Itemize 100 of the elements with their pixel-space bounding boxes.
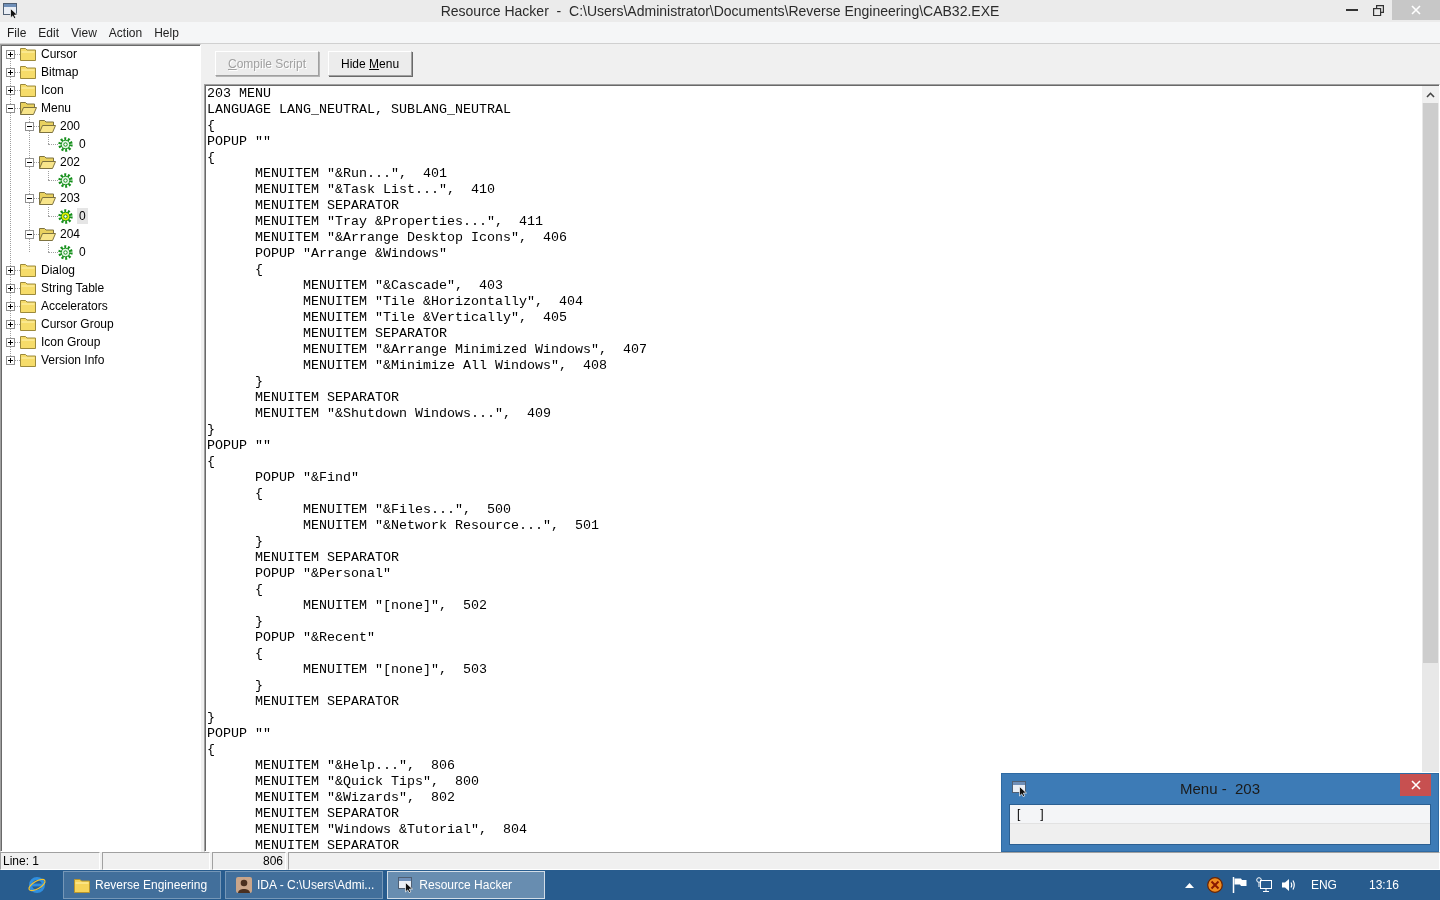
tree-item[interactable]: 0 <box>77 172 88 188</box>
collapse-icon[interactable] <box>25 193 34 203</box>
gear-icon <box>58 136 73 152</box>
folder-icon <box>20 353 36 367</box>
code-line: } <box>207 710 215 726</box>
open-folder-icon <box>39 119 56 133</box>
code-line: MENUITEM "&Arrange Desktop Icons", 406 <box>255 230 567 246</box>
code-line: 203 MENU <box>207 86 271 102</box>
gear-icon <box>58 172 73 188</box>
expand-icon[interactable] <box>6 49 15 59</box>
gear-icon <box>58 244 73 260</box>
tree-item[interactable]: 0 <box>77 244 88 260</box>
expand-icon[interactable] <box>6 85 15 95</box>
gear-icon <box>58 208 73 224</box>
open-folder-icon <box>20 101 37 115</box>
tree-item[interactable]: Menu <box>39 100 74 116</box>
tree-item[interactable]: String Table <box>39 280 107 296</box>
code-line: } <box>255 374 263 390</box>
menubar-entry[interactable]: Help <box>148 23 185 42</box>
menubar-entry[interactable]: View <box>65 23 103 42</box>
taskbar-button[interactable]: IDA - C:\Users\Admi... <box>225 871 384 899</box>
person-silhouette-icon <box>236 877 252 893</box>
code-line: MENUITEM "&Wizards", 802 <box>255 790 455 806</box>
code-line: { <box>207 742 215 758</box>
toolbar-button[interactable]: Hide Menu <box>328 51 413 76</box>
browser-logo-icon[interactable] <box>27 875 47 895</box>
collapse-icon[interactable] <box>25 157 34 167</box>
expand-icon[interactable] <box>6 355 15 365</box>
expand-icon[interactable] <box>6 265 15 275</box>
tree-item[interactable]: Dialog <box>39 262 78 278</box>
expand-icon[interactable] <box>6 283 15 293</box>
code-line: MENUITEM "&Arrange Minimized Windows", 407 <box>303 342 647 358</box>
tree-item[interactable]: Version Info <box>39 352 107 368</box>
folder-icon <box>74 877 90 893</box>
tree-item[interactable]: Cursor Group <box>39 316 116 332</box>
scroll-up-button[interactable] <box>1422 86 1439 103</box>
code-line: { <box>207 150 215 166</box>
tree-item[interactable]: Bitmap <box>39 64 81 80</box>
open-folder-icon <box>39 191 56 205</box>
collapse-icon[interactable] <box>25 121 34 131</box>
folder-icon <box>20 317 36 331</box>
code-line: POPUP "&Personal" <box>255 566 391 582</box>
menubar-entry[interactable]: File <box>1 23 33 42</box>
folder-icon <box>20 335 36 349</box>
code-line: MENUITEM SEPARATOR <box>255 694 399 710</box>
window-title: Menu - 203 <box>1179 779 1260 799</box>
code-line: MENUITEM "&Cascade", 403 <box>303 278 503 294</box>
close-icon <box>1410 780 1421 790</box>
code-line: MENUITEM "Tile &Horizontally", 404 <box>303 294 583 310</box>
menubar-entry[interactable]: [ ] <box>1017 806 1044 822</box>
tree-item[interactable]: 204 <box>58 226 83 242</box>
code-line: MENUITEM "&Run...", 401 <box>255 166 447 182</box>
folder-icon <box>20 299 36 313</box>
tree-item[interactable]: Icon Group <box>39 334 103 350</box>
tree-item[interactable]: Icon <box>39 82 66 98</box>
language-indicator[interactable]: ENG <box>1310 878 1337 892</box>
close-button[interactable] <box>1400 774 1431 796</box>
clock[interactable]: 13:16 <box>1368 878 1399 892</box>
code-line: POPUP "" <box>207 134 271 150</box>
collapse-icon[interactable] <box>6 103 15 113</box>
tree-item[interactable]: 0 <box>77 208 88 224</box>
open-folder-icon <box>39 155 56 169</box>
taskbar-button[interactable]: Reverse Engineering <box>63 871 221 899</box>
expand-icon[interactable] <box>6 319 15 329</box>
restore-icon <box>1373 4 1384 16</box>
speaker-icon[interactable] <box>1280 878 1296 892</box>
tree-item[interactable]: 0 <box>77 136 88 152</box>
tree-item[interactable]: Cursor <box>39 46 79 62</box>
window-pointer-icon <box>398 877 415 893</box>
close-icon <box>1411 5 1421 15</box>
flag-icon[interactable] <box>1231 877 1247 893</box>
folder-icon <box>20 281 36 295</box>
code-line: } <box>207 422 215 438</box>
window-title: Resource Hacker - C:\Users\Administrator\Documents\Reverse Engineering\CAB32.EXE <box>440 2 1000 21</box>
caret-up-icon[interactable] <box>1184 882 1194 888</box>
tree-item[interactable]: 203 <box>58 190 83 206</box>
folder-icon <box>20 65 36 79</box>
expand-icon[interactable] <box>6 301 15 311</box>
code-line: MENUITEM "&Shutdown Windows...", 409 <box>255 406 551 422</box>
code-line: MENUITEM SEPARATOR <box>255 198 399 214</box>
expand-icon[interactable] <box>6 67 15 77</box>
scrollbar-thumb[interactable] <box>1423 103 1438 663</box>
tree-item[interactable]: 202 <box>58 154 83 170</box>
tree-item[interactable]: 200 <box>58 118 83 134</box>
menubar-entry[interactable]: Action <box>102 23 149 42</box>
collapse-icon[interactable] <box>25 229 34 239</box>
code-line: MENUITEM "&Minimize All Windows", 408 <box>303 358 607 374</box>
code-editor[interactable] <box>204 84 1440 852</box>
network-icon[interactable] <box>1255 877 1272 893</box>
caret-up-icon <box>1426 91 1435 98</box>
code-line: MENUITEM "&Quick Tips", 800 <box>255 774 479 790</box>
expand-icon[interactable] <box>6 337 15 347</box>
code-line: MENUITEM "&Task List...", 410 <box>255 182 495 198</box>
code-line: MENUITEM "[none]", 502 <box>303 598 487 614</box>
code-line: { <box>207 118 215 134</box>
tree-item[interactable]: Accelerators <box>39 298 110 314</box>
menubar-entry[interactable]: Edit <box>32 23 66 42</box>
x-circle-icon[interactable] <box>1206 877 1223 893</box>
code-line: { <box>255 582 263 598</box>
code-line: { <box>255 486 263 502</box>
